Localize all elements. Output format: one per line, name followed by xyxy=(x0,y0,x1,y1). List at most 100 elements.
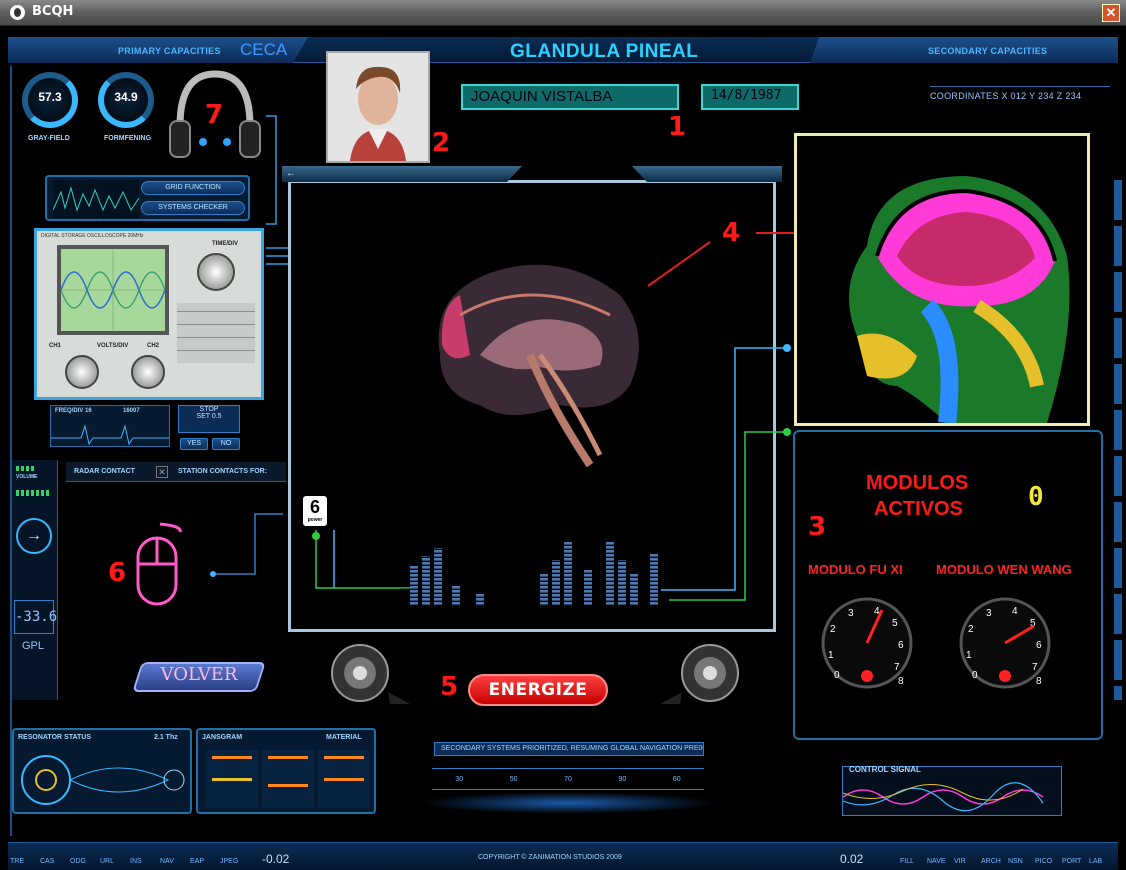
no-button[interactable]: NO xyxy=(212,438,240,450)
copyright: COPYRIGHT © ZANIMATION STUDIOS 2009 xyxy=(478,854,622,861)
modulos-label: MODULOS xyxy=(866,472,969,494)
bottom-tab[interactable]: NAVE xyxy=(927,858,954,865)
svg-text:4: 4 xyxy=(1012,606,1018,617)
frequency-strip: FREQ/DIV 16 16007 xyxy=(50,405,170,447)
control-signal-label: CONTROL SIGNAL xyxy=(849,765,921,774)
resonator-value: 2.1 Thz xyxy=(154,734,178,741)
timediv-knob[interactable] xyxy=(197,253,235,291)
jansgram-label: JANSGRAM xyxy=(202,734,243,741)
resonator-graphic xyxy=(21,755,185,805)
svg-text:0: 0 xyxy=(972,670,978,681)
stop-label: STOP xyxy=(199,406,219,413)
svg-text:7: 7 xyxy=(894,662,900,673)
avatar xyxy=(328,53,428,161)
svg-text:1: 1 xyxy=(828,650,834,661)
fu-xi-dial[interactable]: 123 456708 xyxy=(812,596,922,690)
svg-text:7: 7 xyxy=(1032,662,1038,673)
gray-field-label: GRAY-FIELD xyxy=(28,135,70,142)
jansgram-panel: JANSGRAM MATERIAL xyxy=(196,728,376,814)
heartbeat-line xyxy=(51,424,169,446)
secondary-systems-message: SECONDARY SYSTEMS PRIORITIZED, RESUMING … xyxy=(434,742,704,756)
bottom-tab[interactable]: VIR xyxy=(954,858,981,865)
bottom-tab[interactable]: INS xyxy=(130,858,160,865)
app-logo-icon xyxy=(10,5,25,20)
navigation-glow xyxy=(420,792,716,814)
svg-text:8: 8 xyxy=(898,676,904,687)
gray-field-gauge: 57.3 xyxy=(22,72,78,128)
wen-wang-dial[interactable]: 123 456708 xyxy=(950,596,1060,690)
volver-label: VOLVER xyxy=(160,664,238,685)
ruler-tick: 70 xyxy=(564,775,572,783)
right-speaker-icon xyxy=(660,644,739,704)
secondary-caps-label: SECONDARY CAPACITIES xyxy=(928,46,1048,56)
volume-label: VOLUME xyxy=(16,474,38,480)
gpl-label: GPL xyxy=(22,640,45,652)
window-title: BCQH xyxy=(32,4,74,19)
activos-label: ACTIVOS xyxy=(874,498,963,520)
bottom-tab[interactable]: FILL xyxy=(900,858,927,865)
ch1-knob[interactable] xyxy=(65,355,99,389)
ch2-knob[interactable] xyxy=(131,355,165,389)
bottom-tab[interactable]: PICO xyxy=(1035,858,1062,865)
power-label: power xyxy=(307,517,323,523)
annotation-4: 4 xyxy=(722,218,741,248)
svg-text:2: 2 xyxy=(968,624,974,635)
bottom-tab[interactable]: JPEG xyxy=(220,858,250,865)
volume-side-panel: VOLUME → -33.6 GPL xyxy=(12,460,58,700)
systems-checker-button[interactable]: SYSTEMS CHECKER xyxy=(141,201,245,215)
grid-panel: GRID FUNCTION SYSTEMS CHECKER xyxy=(45,175,250,221)
annotation-1: 1 xyxy=(668,112,687,142)
mri-head-illustration xyxy=(849,176,1070,425)
level-meter xyxy=(16,490,50,496)
svg-text:3: 3 xyxy=(986,608,992,619)
frequency-value: 16007 xyxy=(123,408,140,414)
svg-text:2: 2 xyxy=(830,624,836,635)
stop-display: STOP SET 0.5 xyxy=(178,405,240,433)
bottom-tab[interactable]: CAS xyxy=(40,858,70,865)
bottom-tab[interactable]: EAP xyxy=(190,858,220,865)
bottom-tab[interactable]: NSN xyxy=(1008,858,1035,865)
annotation-3: 3 xyxy=(808,512,827,542)
module-wen-wang-label: MODULO WEN WANG xyxy=(936,562,1072,577)
left-tabs: TRE CAS ODG URL INS NAV EAP JPEG xyxy=(10,858,250,865)
bottom-tab[interactable]: ODG xyxy=(70,858,100,865)
patient-name-field[interactable]: JOAQUIN VISTALBA xyxy=(461,84,679,110)
coordinates-readout: COORDINATES X 012 Y 234 Z 234 xyxy=(930,86,1110,104)
module-fu-xi-label: MODULO FU XI xyxy=(808,562,903,577)
radar-close-icon[interactable]: ✕ xyxy=(156,466,168,478)
bottom-tab[interactable]: NAV xyxy=(160,858,190,865)
oscilloscope-title: DIGITAL STORAGE OSCILLOSCOPE 20MHz xyxy=(41,233,144,239)
close-button[interactable]: ✕ xyxy=(1102,4,1120,22)
mouse-icon[interactable] xyxy=(130,520,190,610)
oscilloscope-wave xyxy=(60,249,166,331)
back-arrow-icon[interactable]: ← xyxy=(286,168,296,179)
ruler-tick: 50 xyxy=(509,775,518,783)
formfening-gauge: 34.9 xyxy=(98,72,154,128)
gray-field-value: 57.3 xyxy=(38,90,62,104)
primary-caps-label: PRIMARY CAPACITIES xyxy=(118,46,221,56)
ruler-tick: 60 xyxy=(672,775,681,783)
yes-button[interactable]: YES xyxy=(180,438,208,450)
formfening-value: 34.9 xyxy=(114,90,138,104)
bottom-tab[interactable]: LAB xyxy=(1089,858,1116,865)
ruler-tick: 90 xyxy=(618,775,627,783)
bottom-tab[interactable]: PORT xyxy=(1062,858,1089,865)
right-scrollbar[interactable] xyxy=(1114,180,1122,700)
svg-text:6: 6 xyxy=(1036,640,1042,651)
bottom-tab[interactable]: ARCH xyxy=(981,858,1008,865)
energize-button[interactable]: ENERGIZE xyxy=(468,674,608,706)
bottom-tab[interactable]: URL xyxy=(100,858,130,865)
patient-date-field[interactable]: 14/8/1987 xyxy=(701,84,799,110)
gpl-value: -33.6 xyxy=(14,600,57,634)
timediv-label: TIME/DIV xyxy=(212,241,239,247)
svg-text:5: 5 xyxy=(892,618,898,629)
left-speaker-icon xyxy=(331,644,410,704)
arrow-right-icon[interactable]: → xyxy=(16,518,52,554)
power-badge[interactable]: 6 power xyxy=(303,496,327,526)
oscilloscope-controls[interactable] xyxy=(177,303,255,363)
navigation-ruler[interactable]: 30 50 70 90 60 xyxy=(432,768,704,790)
bottom-tab[interactable]: TRE xyxy=(10,858,40,865)
grid-function-button[interactable]: GRID FUNCTION xyxy=(141,181,245,195)
resonator-label: RESONATOR STATUS xyxy=(18,734,91,741)
patient-photo xyxy=(326,51,430,163)
